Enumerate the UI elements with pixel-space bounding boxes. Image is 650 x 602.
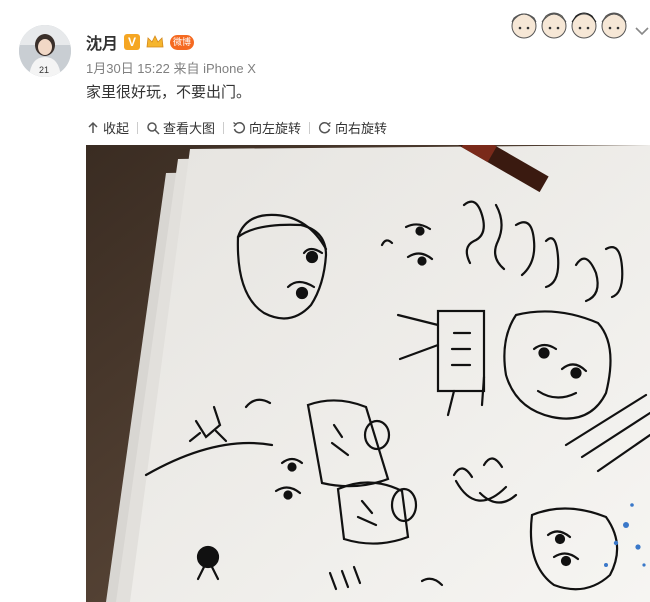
crown-badge-icon <box>146 35 164 48</box>
post-text: 家里很好玩，不要出门。 <box>86 84 252 101</box>
toolbar-divider <box>223 121 225 134</box>
doodle-photo-image <box>86 145 650 602</box>
author-name[interactable]: 沈月 <box>86 30 118 54</box>
collapse-button[interactable]: 收起 <box>86 118 137 137</box>
post-photo[interactable] <box>86 145 650 602</box>
rotate-left-label: 向左旋转 <box>249 121 302 136</box>
collapse-icon <box>88 121 98 133</box>
post-meta: 1月30日 15:22 来自 iPhone X <box>86 58 256 77</box>
rotate-left-icon <box>233 121 246 133</box>
magnifier-icon <box>147 121 160 135</box>
profile-decoration <box>510 4 628 44</box>
image-toolbar: 收起 查看大图 向左旋转 向右旋转 <box>86 118 395 137</box>
post-time[interactable]: 1月30日 15:22 <box>86 61 170 76</box>
cartoon-characters-image <box>511 12 627 39</box>
source-prefix: 来自 <box>173 61 200 76</box>
rotate-right-label: 向右旋转 <box>335 121 388 136</box>
chevron-down-icon[interactable] <box>633 24 650 38</box>
vip-badge: 微博 <box>170 34 195 50</box>
post-source: iPhone X <box>203 61 256 76</box>
verified-badge: V <box>124 34 141 50</box>
post-header: 沈月 V 微博 <box>86 30 195 54</box>
rotate-right-button[interactable]: 向右旋转 <box>318 118 395 137</box>
avatar-image: 21 <box>19 25 71 77</box>
toolbar-divider <box>137 121 139 134</box>
svg-text:21: 21 <box>39 65 49 75</box>
view-large-button[interactable]: 查看大图 <box>146 118 223 137</box>
rotate-right-icon <box>318 121 331 133</box>
collapse-label: 收起 <box>103 121 130 136</box>
avatar[interactable]: 21 <box>19 25 71 77</box>
view-large-label: 查看大图 <box>163 121 216 136</box>
toolbar-divider <box>309 121 311 134</box>
rotate-left-button[interactable]: 向左旋转 <box>232 118 309 137</box>
